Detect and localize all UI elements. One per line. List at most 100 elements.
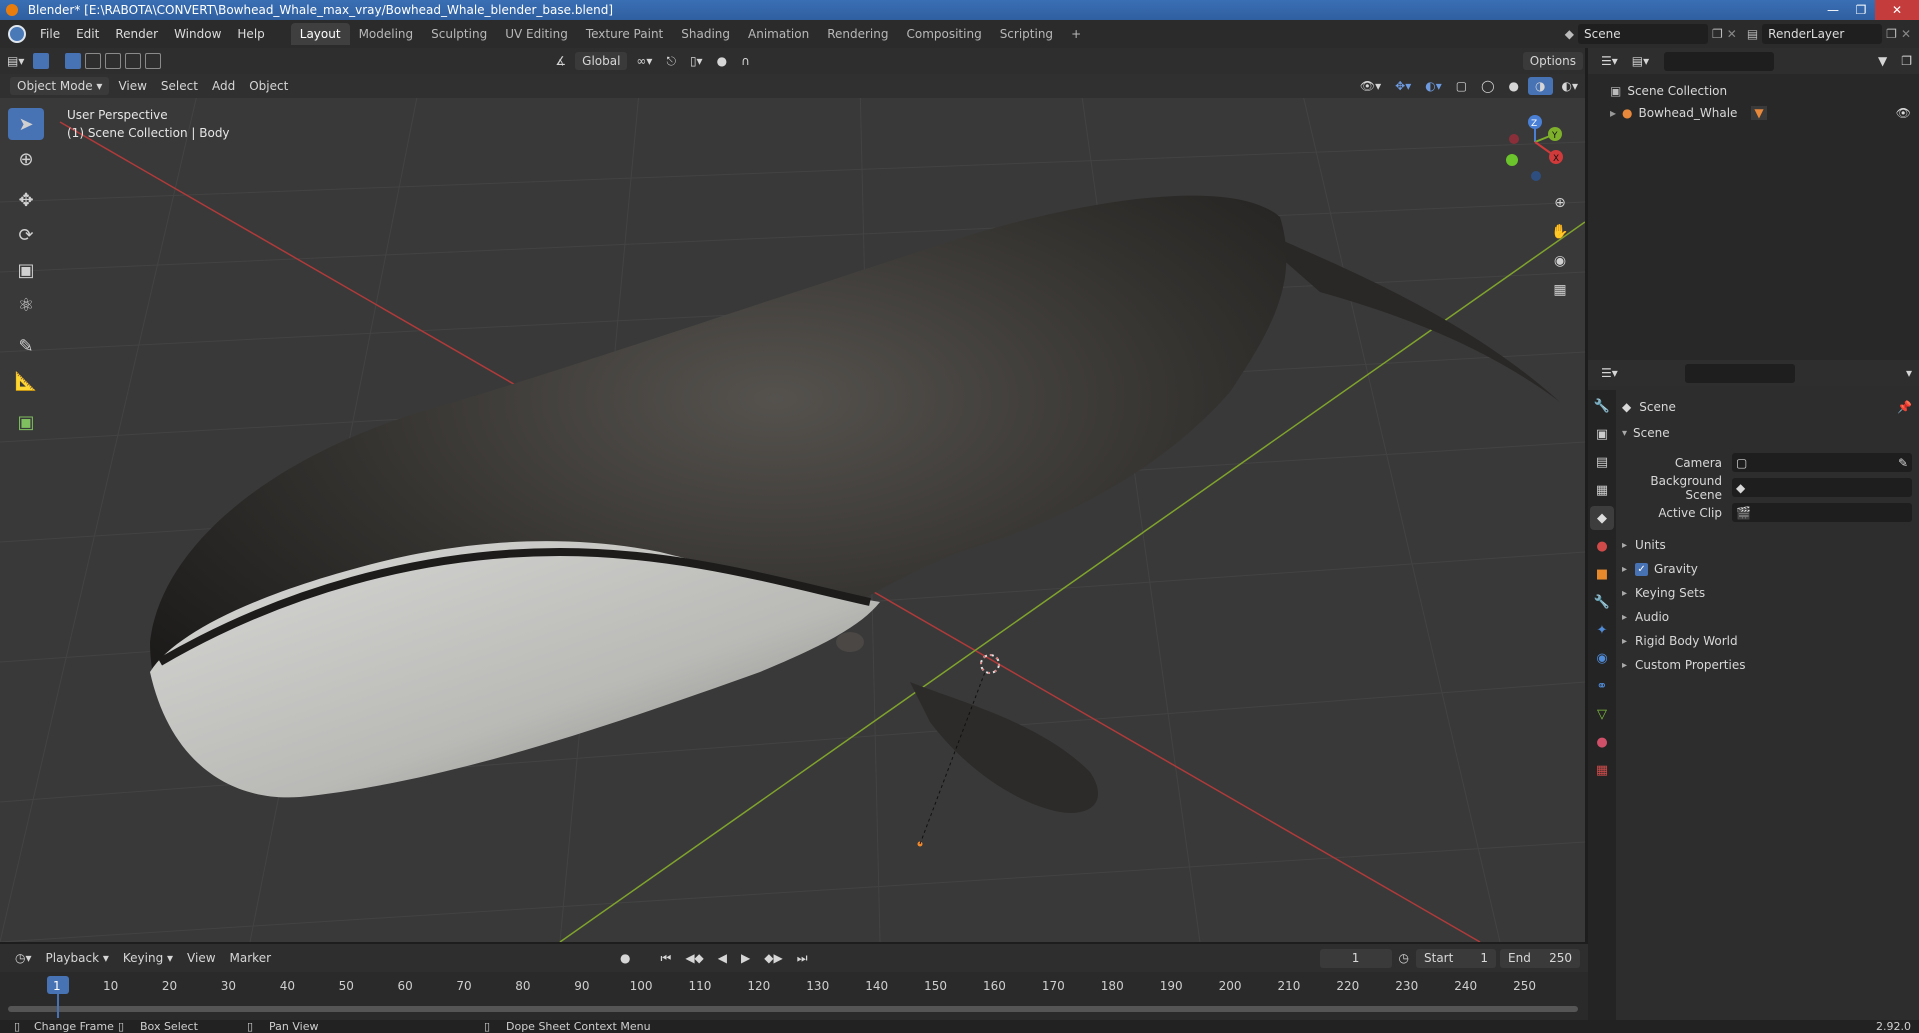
annotate-tool-icon[interactable]: ✎ [8, 330, 44, 362]
gravity-checkbox[interactable]: ✓ [1635, 562, 1649, 576]
pivot-point-icon[interactable]: ∞▾ [629, 52, 659, 70]
background-scene-field[interactable]: ◆ [1732, 478, 1912, 497]
material-shading-icon[interactable]: ◑ [1528, 77, 1553, 95]
add-workspace-button[interactable]: + [1062, 23, 1090, 45]
scale-tool-icon[interactable]: ▣ [8, 254, 44, 286]
menu-timeline-view[interactable]: View [180, 949, 222, 967]
visibility-icon[interactable]: 👁▾ [1353, 77, 1388, 95]
properties-search-input[interactable] [1684, 363, 1795, 383]
scene-remove-icon[interactable]: ✕ [1727, 27, 1737, 41]
render-tab-icon[interactable]: ▣ [1590, 422, 1614, 446]
jump-start-icon[interactable]: ⏮ [654, 949, 679, 968]
collapse-arrow-icon[interactable]: ▾ [1622, 428, 1627, 439]
transform-tool-icon[interactable]: ⚛ [8, 289, 44, 321]
whale-model[interactable] [150, 195, 1560, 813]
3d-viewport[interactable] [0, 82, 1585, 942]
section-custom-properties[interactable]: ▸ Custom Properties [1622, 653, 1912, 677]
expand-arrow-icon[interactable]: ▸ [1622, 540, 1627, 551]
gizmo-axis-z[interactable]: Z [1531, 119, 1537, 129]
menu-select[interactable]: Select [154, 77, 205, 95]
render-layer-icon[interactable]: ▤ [1747, 27, 1758, 41]
minimize-button[interactable]: — [1819, 0, 1847, 20]
tab-rendering[interactable]: Rendering [818, 23, 897, 45]
expand-arrow-icon[interactable]: ▸ [1622, 588, 1627, 599]
tab-sculpting[interactable]: Sculpting [422, 23, 496, 45]
editor-type-icon[interactable]: ▤▾ [0, 52, 31, 70]
viewport-canvas[interactable] [0, 82, 1585, 942]
gizmo-axis-y[interactable]: Y [1551, 131, 1558, 141]
ortho-grid-icon[interactable]: ▦ [1548, 277, 1572, 303]
data-tab-icon[interactable]: ▽ [1590, 702, 1614, 726]
maximize-button[interactable]: ❐ [1847, 0, 1875, 20]
scene-selector[interactable]: Scene [1578, 24, 1708, 44]
gizmo-toggle-icon[interactable]: ✥▾ [1388, 77, 1418, 95]
outliner-editor-type-icon[interactable]: ☰▾ [1594, 52, 1625, 70]
menu-file[interactable]: File [32, 27, 68, 41]
scene-tab-icon[interactable]: ◆ [1590, 506, 1614, 530]
world-tab-icon[interactable]: ● [1590, 534, 1614, 558]
select-mode-intersect-icon[interactable] [145, 53, 162, 69]
navigation-gizmo[interactable]: Z Y X [1500, 112, 1570, 182]
tab-animation[interactable]: Animation [739, 23, 818, 45]
select-mode-new-icon[interactable] [65, 53, 82, 69]
render-layer-new-icon[interactable]: ❐ [1886, 27, 1897, 41]
falloff-icon[interactable]: ∩ [734, 52, 757, 70]
view-layer-tab-icon[interactable]: ▦ [1590, 478, 1614, 502]
display-mode-icon[interactable]: ▤▾ [1625, 52, 1656, 70]
solid-shading-icon[interactable]: ● [1502, 77, 1526, 95]
preview-range-icon[interactable]: ◷ [1392, 949, 1416, 967]
section-rigid-body-world[interactable]: ▸ Rigid Body World [1622, 629, 1912, 653]
move-tool-icon[interactable]: ✥ [8, 184, 44, 216]
texture-tab-icon[interactable]: ▦ [1590, 758, 1614, 782]
pin-icon[interactable]: 📌 [1897, 400, 1912, 414]
menu-object[interactable]: Object [242, 77, 295, 95]
properties-options-icon[interactable]: ▾ [1899, 364, 1919, 382]
auto-keying-icon[interactable]: ● [613, 949, 637, 967]
orientation-icon[interactable]: ∡ [548, 52, 573, 70]
properties-editor-type-icon[interactable]: ☰▾ [1594, 364, 1625, 382]
proportional-edit-icon[interactable]: ● [710, 52, 734, 70]
render-layer-remove-icon[interactable]: ✕ [1901, 27, 1911, 41]
section-gravity[interactable]: ▸ ✓ Gravity [1622, 557, 1912, 581]
jump-end-icon[interactable]: ⏭ [790, 949, 815, 968]
select-mode-invert-icon[interactable] [125, 53, 142, 69]
camera-field[interactable]: ▢ ✎ [1732, 453, 1912, 472]
timeline-scrollbar[interactable] [8, 1006, 1578, 1012]
scene-panel-header[interactable]: ▾ Scene [1622, 422, 1912, 444]
menu-marker[interactable]: Marker [223, 949, 278, 967]
select-tool-icon[interactable] [33, 53, 50, 69]
menu-playback[interactable]: Playback ▾ [39, 949, 116, 967]
zoom-icon[interactable]: ⊕ [1548, 190, 1572, 216]
pan-hand-icon[interactable]: ✋ [1548, 219, 1572, 245]
expand-arrow-icon[interactable]: ▸ [1622, 564, 1627, 575]
snap-icon[interactable]: ⎋ [659, 52, 683, 71]
section-keying-sets[interactable]: ▸ Keying Sets [1622, 581, 1912, 605]
menu-add[interactable]: Add [205, 77, 242, 95]
outliner-search-input[interactable] [1664, 51, 1775, 71]
scene-new-icon[interactable]: ❐ [1712, 27, 1723, 41]
expand-arrow-icon[interactable]: ▸ [1610, 106, 1616, 120]
data-icon[interactable]: ▼ [1751, 106, 1767, 120]
menu-help[interactable]: Help [229, 27, 272, 41]
timeline-editor-type-icon[interactable]: ◷▾ [8, 949, 39, 967]
menu-view[interactable]: View [111, 77, 153, 95]
gizmo-axis-x[interactable]: X [1553, 154, 1559, 164]
tab-compositing[interactable]: Compositing [897, 23, 990, 45]
cursor-tool-icon[interactable]: ⊕ [8, 143, 44, 175]
material-tab-icon[interactable]: ● [1590, 730, 1614, 754]
play-icon[interactable]: ▶ [734, 949, 757, 967]
expand-arrow-icon[interactable]: ▸ [1622, 612, 1627, 623]
tab-modeling[interactable]: Modeling [350, 23, 423, 45]
new-collection-icon[interactable]: ❐ [1894, 52, 1919, 70]
eyedropper-icon[interactable]: ✎ [1898, 456, 1908, 470]
expand-arrow-icon[interactable]: ▸ [1622, 636, 1627, 647]
menu-keying[interactable]: Keying ▾ [116, 949, 180, 967]
blender-logo-icon[interactable] [8, 25, 26, 43]
select-mode-subtract-icon[interactable] [105, 53, 122, 69]
menu-render[interactable]: Render [107, 27, 166, 41]
outliner-scene-collection[interactable]: ▣ Scene Collection [1588, 80, 1919, 102]
transform-orientation-dropdown[interactable]: Global [575, 52, 628, 70]
current-frame-field[interactable]: 1 [1319, 948, 1392, 968]
scene-icon[interactable]: ◆ [1565, 27, 1574, 41]
options-dropdown[interactable]: Options [1522, 52, 1583, 70]
